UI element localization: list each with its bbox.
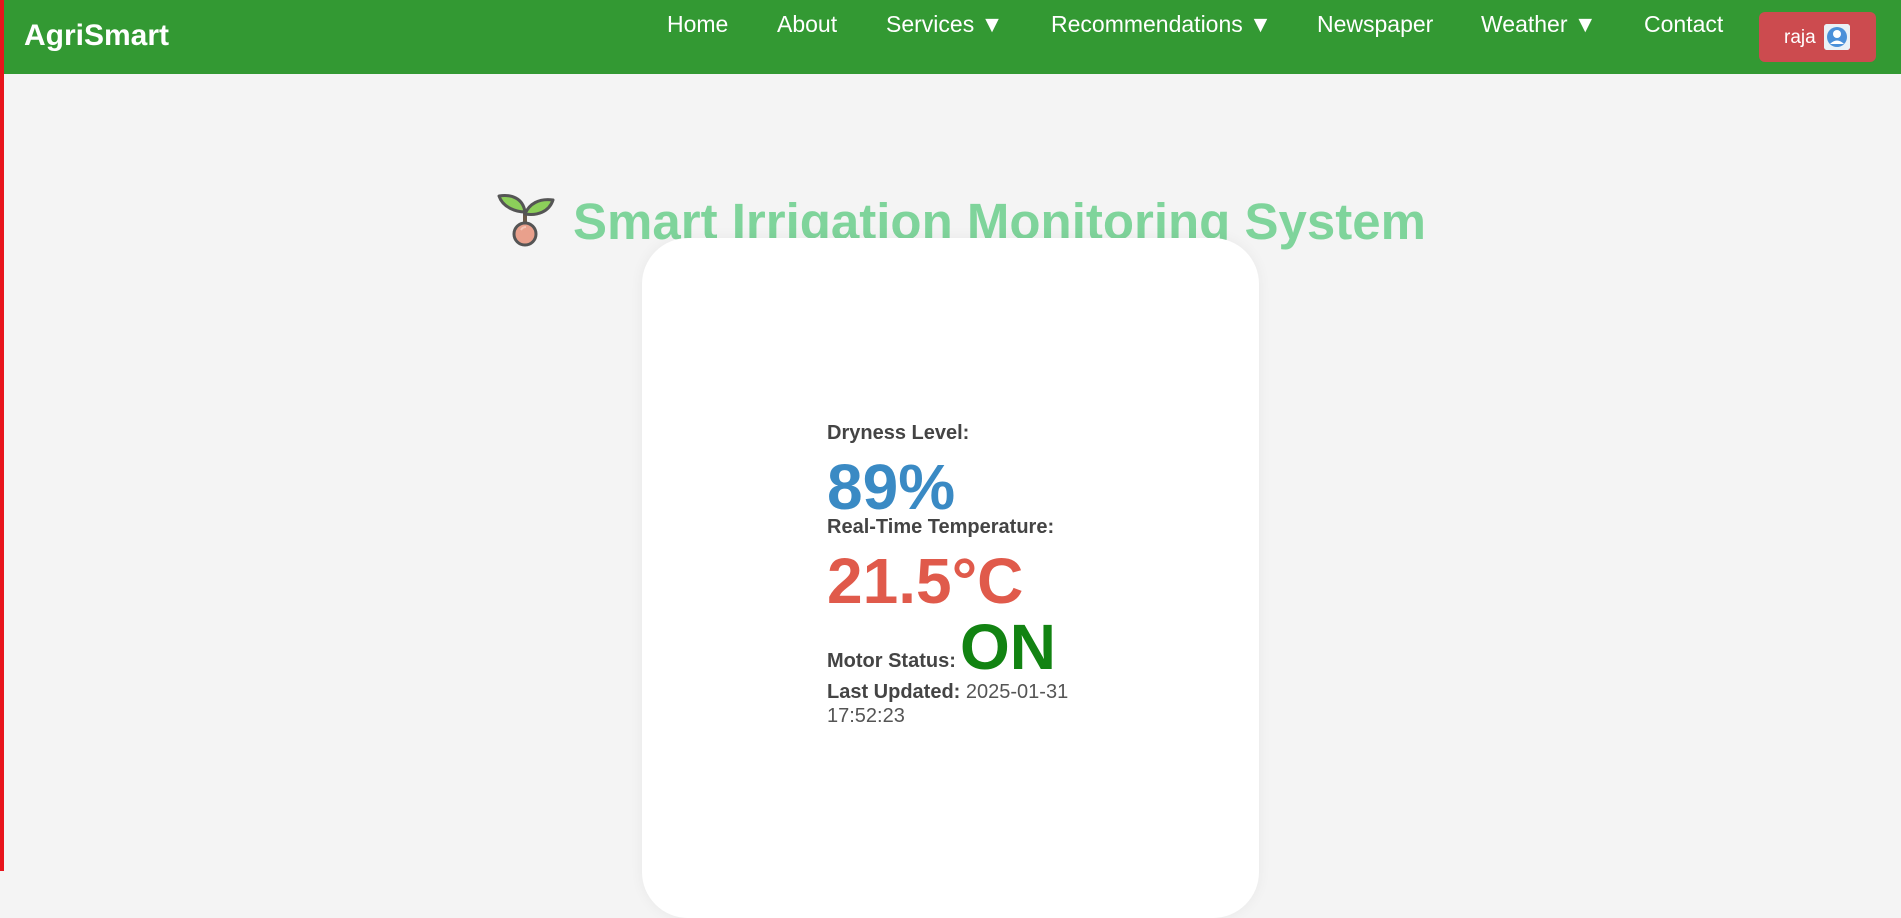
dryness-label: Dryness Level: bbox=[827, 422, 970, 444]
user-name: raja bbox=[1784, 27, 1816, 48]
last-updated: Last Updated: 2025-01-31 17:52:23 bbox=[827, 680, 1097, 728]
temperature-value: 21.5°C bbox=[827, 545, 1024, 617]
irrigation-status-card: Dryness Level: 89% Real-Time Temperature… bbox=[642, 238, 1259, 918]
left-edge-bar bbox=[0, 0, 4, 871]
user-menu-button[interactable]: raja bbox=[1759, 12, 1876, 62]
nav-weather[interactable]: Weather ▼ bbox=[1481, 11, 1597, 38]
motor-status-label: Motor Status: bbox=[827, 650, 956, 672]
temperature-label: Real-Time Temperature: bbox=[827, 516, 1055, 538]
nav-services[interactable]: Services ▼ bbox=[886, 11, 1003, 38]
nav-home[interactable]: Home bbox=[667, 11, 728, 38]
nav-about[interactable]: About bbox=[777, 11, 837, 38]
motor-status-value: ON bbox=[960, 611, 1056, 683]
dryness-value: 89% bbox=[827, 451, 956, 523]
user-avatar-icon bbox=[1824, 24, 1850, 50]
navbar: AgriSmart Home About Services ▼ Recommen… bbox=[0, 0, 1901, 74]
nav-recommendations[interactable]: Recommendations ▼ bbox=[1051, 11, 1272, 38]
last-updated-label: Last Updated: bbox=[827, 681, 961, 703]
sprout-icon bbox=[495, 188, 555, 248]
nav-newspaper[interactable]: Newspaper bbox=[1317, 11, 1433, 38]
nav-contact[interactable]: Contact bbox=[1644, 11, 1723, 38]
brand-logo[interactable]: AgriSmart bbox=[24, 19, 169, 53]
